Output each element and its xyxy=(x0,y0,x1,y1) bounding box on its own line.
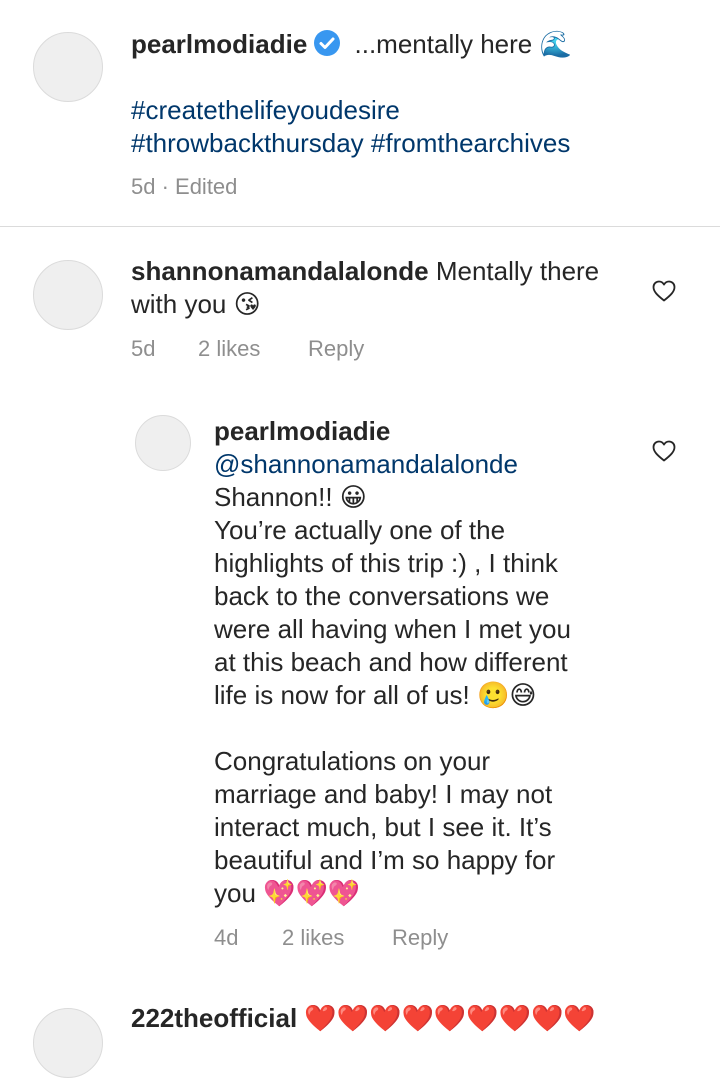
reply-1-mention[interactable]: @shannonamandalalonde xyxy=(214,448,518,481)
reply-1-line: Congratulations on your xyxy=(214,746,491,776)
comment-1-text-line-1: Mentally there xyxy=(435,256,600,286)
avatar-comment-1[interactable] xyxy=(33,260,103,330)
like-reply-1-heart-icon[interactable] xyxy=(652,440,676,467)
caption-time-edited: 5d · Edited xyxy=(131,174,238,199)
avatar-reply-1[interactable] xyxy=(135,415,191,471)
caption-text: ...mentally here 🌊 xyxy=(354,29,572,59)
hashtag-createthelifeyoudesire[interactable]: #createthelifeyoudesire xyxy=(131,94,400,127)
comment-1-text-line-2: with you 😘 xyxy=(131,289,261,319)
hashtag-throwbackthursday[interactable]: #throwbackthursday xyxy=(131,128,364,158)
caption-hashtags-line-2: #throwbackthursday #fromthearchives xyxy=(131,127,570,160)
reply-1-line: highlights of this trip :) , I think xyxy=(214,548,558,578)
reply-1-line: were all having when I met you xyxy=(214,614,571,644)
comment-1-reply-button[interactable]: Reply xyxy=(308,336,364,362)
reply-1-line: marriage and baby! I may not xyxy=(214,779,553,809)
reply-1-reply-button[interactable]: Reply xyxy=(392,925,448,951)
reply-1-line: Shannon!! 😀 xyxy=(214,482,367,512)
comment-2-line-1: 222theofficial ❤️❤️❤️❤️❤️❤️❤️❤️❤️ xyxy=(131,1002,596,1035)
comment-1-time: 5d xyxy=(131,336,156,361)
like-comment-1-heart-icon[interactable] xyxy=(652,280,676,307)
caption-divider xyxy=(0,226,720,227)
avatar-comment-2[interactable] xyxy=(33,1008,103,1078)
comment-1-likes[interactable]: 2 likes xyxy=(198,336,260,362)
comment-1-line-1: shannonamandalalonde Mentally there xyxy=(131,255,599,288)
reply-1-username[interactable]: pearlmodiadie xyxy=(214,415,390,448)
reply-1-line: at this beach and how different xyxy=(214,647,568,677)
reply-1-line: beautiful and I’m so happy for xyxy=(214,845,556,875)
verified-badge-icon xyxy=(313,29,341,65)
reply-1-line: back to the conversations we xyxy=(214,581,550,611)
comment-1-username[interactable]: shannonamandalalonde xyxy=(131,256,429,286)
reply-1-likes[interactable]: 2 likes xyxy=(282,925,344,951)
hashtag-fromthearchives[interactable]: #fromthearchives xyxy=(371,128,570,158)
reply-1-line: you 💖💖💖 xyxy=(214,878,361,908)
reply-1-line: You’re actually one of the xyxy=(214,515,506,545)
reply-1-time: 4d xyxy=(214,925,239,950)
caption-line-1: pearlmodiadie ...mentally here 🌊 xyxy=(131,28,572,65)
reply-1-line: interact much, but I see it. It’s xyxy=(214,812,552,842)
avatar-caption-author[interactable] xyxy=(33,32,103,102)
reply-1-line: life is now for all of us! 🥲😅 xyxy=(214,680,537,710)
caption-username[interactable]: pearlmodiadie xyxy=(131,29,307,59)
